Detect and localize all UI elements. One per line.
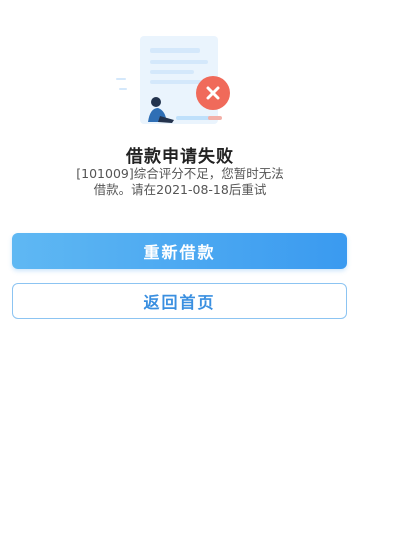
loan-failed-illustration [110,30,250,130]
result-title: 借款申请失败 [126,147,234,167]
retry-loan-button[interactable]: 重新借款 [12,233,347,269]
back-home-button[interactable]: 返回首页 [12,283,347,319]
result-message: [101009]综合评分不足，您暂时无法借款。请在2021-08-18后重试 [76,166,284,197]
close-icon [196,76,230,110]
